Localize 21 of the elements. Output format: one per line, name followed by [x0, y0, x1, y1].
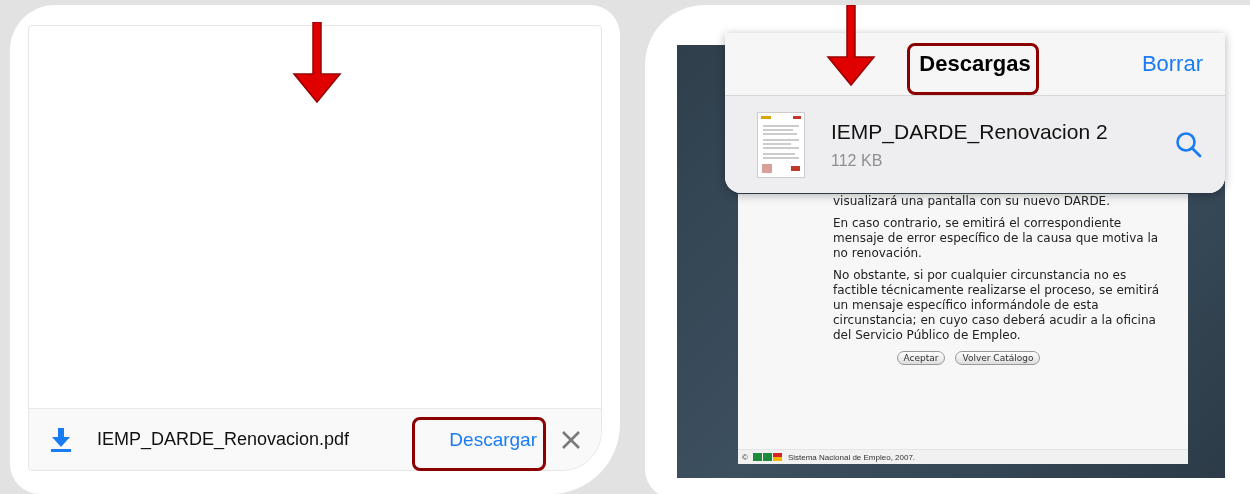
form-button[interactable]: Volver Catálogo — [955, 351, 1041, 365]
form-button[interactable]: Aceptar — [896, 351, 946, 365]
download-icon — [49, 426, 73, 453]
document-thumbnail-icon — [757, 111, 805, 178]
copyright-mark: © — [742, 452, 748, 462]
popup-title: Descargas — [919, 51, 1031, 77]
download-button[interactable]: Descargar — [431, 428, 555, 451]
file-name: IEMP_DARDE_Renovacion.pdf — [97, 429, 351, 450]
file-size: 112 KB — [831, 151, 884, 170]
arrow-down-icon — [826, 5, 876, 87]
logo-icon — [752, 452, 783, 462]
arrow-down-icon — [292, 22, 342, 104]
file-name: IEMP_DARDE_Renovacion 2 — [831, 119, 1109, 144]
search-icon[interactable] — [1175, 130, 1203, 159]
clear-button[interactable]: Borrar — [1141, 51, 1203, 77]
close-icon[interactable] — [561, 429, 581, 450]
paragraph: visualizará una pantalla con su nuevo DARDE. — [833, 194, 1111, 209]
footer-text: Sistema Nacional de Empleo, 2007. — [787, 452, 916, 462]
paragraph: En caso contrario, se emitirá el correspondiente mensaje de error específico de la causa que motiva la no renovación. — [833, 216, 1160, 261]
download-item[interactable]: IEMP_DARDE_Renovacion 2 112 KB — [725, 96, 1225, 193]
paragraph: No obstante, si por cualquier circunstancia no es factible técnicamente realizarse el proceso, se emitirá un mensaje específico informándole de esta circunstancia; en cuyo caso deberá acudir a la oficina del Servicio Público de Empleo. — [833, 268, 1161, 343]
